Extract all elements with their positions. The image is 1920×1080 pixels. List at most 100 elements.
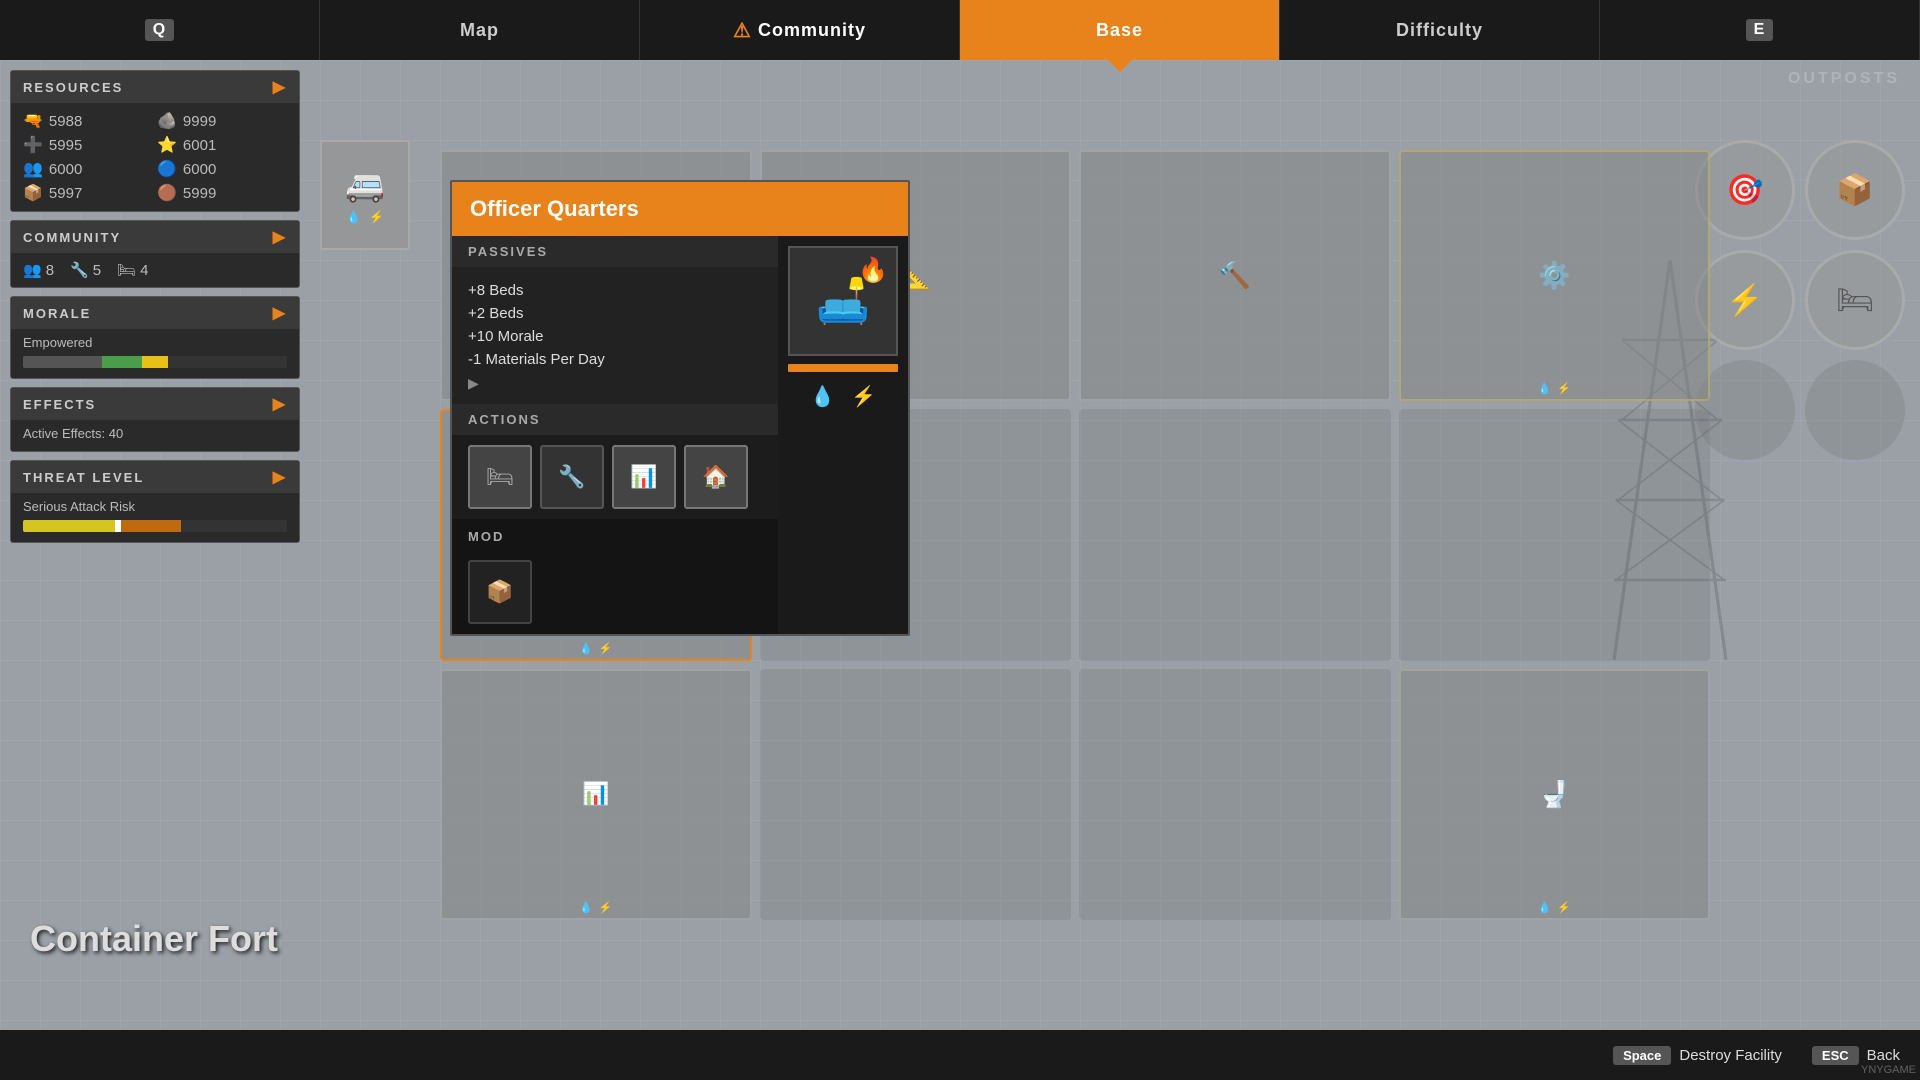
action-btn-monitor[interactable]: 📊 (612, 445, 676, 509)
resource-item-2: ➕ 5995 (23, 135, 153, 155)
action-btn-upgrade[interactable]: 🔧 (540, 445, 604, 509)
target-icon: 🎯 (1726, 173, 1763, 208)
morale-bar-empty (168, 356, 287, 368)
facility-card-9[interactable] (760, 669, 1072, 920)
vehicle-3-power: ⚡ (369, 210, 384, 224)
morale-bar-dark (23, 356, 102, 368)
nav-map[interactable]: Map (320, 0, 640, 60)
actions-header: ACTIONS (452, 404, 778, 435)
oq-water-icon: 💧 (810, 384, 835, 409)
threat-expand[interactable]: ▶ (273, 467, 287, 487)
resource-val-5: 6000 (183, 161, 216, 178)
facility-card-3[interactable]: 🔨 (1079, 150, 1391, 401)
actions-row: 🛏 🔧 📊 🏠 (468, 445, 762, 509)
oq-right-panel: 🔥 🛋️ 💧 ⚡ (778, 236, 908, 634)
threat-bar-empty (181, 520, 287, 532)
materials-icon: 🪨 (157, 111, 177, 131)
facility-card-7[interactable] (1399, 409, 1711, 660)
nav-q-key[interactable]: Q (0, 0, 320, 60)
workers-count: 5 (93, 262, 101, 279)
effects-content: Active Effects: 40 (11, 420, 299, 451)
nav-base[interactable]: Base (960, 0, 1280, 60)
morale-res-icon: 🟤 (157, 183, 177, 203)
oq-facility-resources: 💧 ⚡ (810, 384, 876, 409)
morale-header: MORALE ▶ (11, 297, 299, 329)
passives-header: PASSIVES (452, 236, 778, 267)
community-title: COMMUNITY (23, 230, 121, 245)
top-navigation: Q Map ⚠ Community Base Difficulty E (0, 0, 1920, 60)
circle-bed[interactable]: 🛏 (1805, 250, 1905, 350)
nav-difficulty[interactable]: Difficulty (1280, 0, 1600, 60)
threat-header: THREAT LEVEL ▶ (11, 461, 299, 493)
threat-content: Serious Attack Risk (11, 493, 299, 542)
mod-section: MOD 📦 (452, 519, 778, 634)
vehicle-3-resources: 💧 ⚡ (346, 210, 384, 224)
resource-val-3: 6001 (183, 137, 216, 154)
facility-3-icon: 🔨 (1219, 260, 1251, 291)
resource-item-1: 🪨 9999 (157, 111, 287, 131)
effects-panel: EFFECTS ▶ Active Effects: 40 (10, 387, 300, 452)
watermark: YNYGAME (1861, 1064, 1916, 1076)
circle-empty-2[interactable] (1805, 360, 1905, 460)
threat-bar-yellow (23, 520, 115, 532)
community-beds: 🛏 4 (117, 261, 148, 279)
actions-section: ACTIONS 🛏 🔧 📊 🏠 (452, 404, 778, 519)
resources-grid: 🔫 5988 🪨 9999 ➕ 5995 ⭐ 6001 👥 6000 (11, 103, 299, 211)
toilet-icon: 🚽 (1538, 779, 1570, 810)
vehicle-slot-3[interactable]: 🚐 💧 ⚡ (320, 140, 410, 250)
facility-card-6[interactable] (1079, 409, 1391, 660)
mod-row: 📦 (468, 560, 762, 624)
community-label: Community (758, 20, 866, 41)
nav-e-key[interactable]: E (1600, 0, 1920, 60)
resource-val-1: 9999 (183, 113, 216, 130)
back-action[interactable]: ESC Back (1812, 1046, 1900, 1065)
outposts-label: OUTPOSTS (1788, 70, 1900, 88)
beds-count: 4 (140, 262, 148, 279)
toilet-power: ⚡ (1557, 901, 1571, 914)
morale-bar-green (102, 356, 142, 368)
alert-icon: ⚠ (733, 18, 752, 43)
resource-val-4: 6000 (49, 161, 82, 178)
circle-materials[interactable]: 📦 (1805, 140, 1905, 240)
effects-label: Active Effects: 40 (23, 426, 287, 441)
destroy-action[interactable]: Space Destroy Facility (1613, 1046, 1782, 1065)
passives-more-arrow[interactable]: ▶ (468, 375, 762, 392)
left-panel: RESOURCES ▶ 🔫 5988 🪨 9999 ➕ 5995 ⭐ (10, 70, 300, 543)
back-key: ESC (1812, 1046, 1859, 1065)
morale-status: Empowered (23, 335, 287, 350)
action-btn-sleep[interactable]: 🛏 (468, 445, 532, 509)
resource-item-0: 🔫 5988 (23, 111, 153, 131)
game-area: OUTPOSTS RESOURCES ▶ 🔫 5988 🪨 9999 ➕ 5 (0, 60, 1920, 1030)
passive-3: -1 Materials Per Day (468, 348, 762, 371)
action-btn-shelter[interactable]: 🏠 (684, 445, 748, 509)
effects-expand[interactable]: ▶ (273, 394, 287, 414)
toilet-water: 💧 (1538, 901, 1552, 914)
morale-content: Empowered (11, 329, 299, 378)
food-icon: 📦 (23, 183, 43, 203)
passive-2: +10 Morale (468, 325, 762, 348)
community-survivors: 👥 8 (23, 261, 54, 279)
mod-btn-0[interactable]: 📦 (468, 560, 532, 624)
resources-panel: RESOURCES ▶ 🔫 5988 🪨 9999 ➕ 5995 ⭐ (10, 70, 300, 212)
passive-0: +8 Beds (468, 279, 762, 302)
f8-water: 💧 (579, 901, 593, 914)
mod-header: MOD (468, 529, 762, 552)
facility-card-8[interactable]: 📊 💧 ⚡ (440, 669, 752, 920)
survivors-count: 8 (46, 262, 54, 279)
gear-water: 💧 (1538, 382, 1552, 395)
survivors-icon: 👥 (23, 261, 42, 279)
meds-icon: ➕ (23, 135, 43, 155)
facility-card-10[interactable] (1079, 669, 1391, 920)
facility-toilet[interactable]: 🚽 💧 ⚡ (1399, 669, 1711, 920)
f8-power: ⚡ (599, 901, 613, 914)
resource-val-6: 5997 (49, 185, 82, 202)
resources-expand[interactable]: ▶ (273, 77, 287, 97)
destroy-label: Destroy Facility (1679, 1047, 1782, 1064)
community-expand[interactable]: ▶ (273, 227, 287, 247)
resource-val-7: 5999 (183, 185, 216, 202)
facility-card-gear[interactable]: ⚙️ 💧 ⚡ (1399, 150, 1711, 401)
morale-expand[interactable]: ▶ (273, 303, 287, 323)
morale-bar-yellow (142, 356, 168, 368)
back-label: Back (1867, 1047, 1900, 1064)
nav-community[interactable]: ⚠ Community (640, 0, 960, 60)
